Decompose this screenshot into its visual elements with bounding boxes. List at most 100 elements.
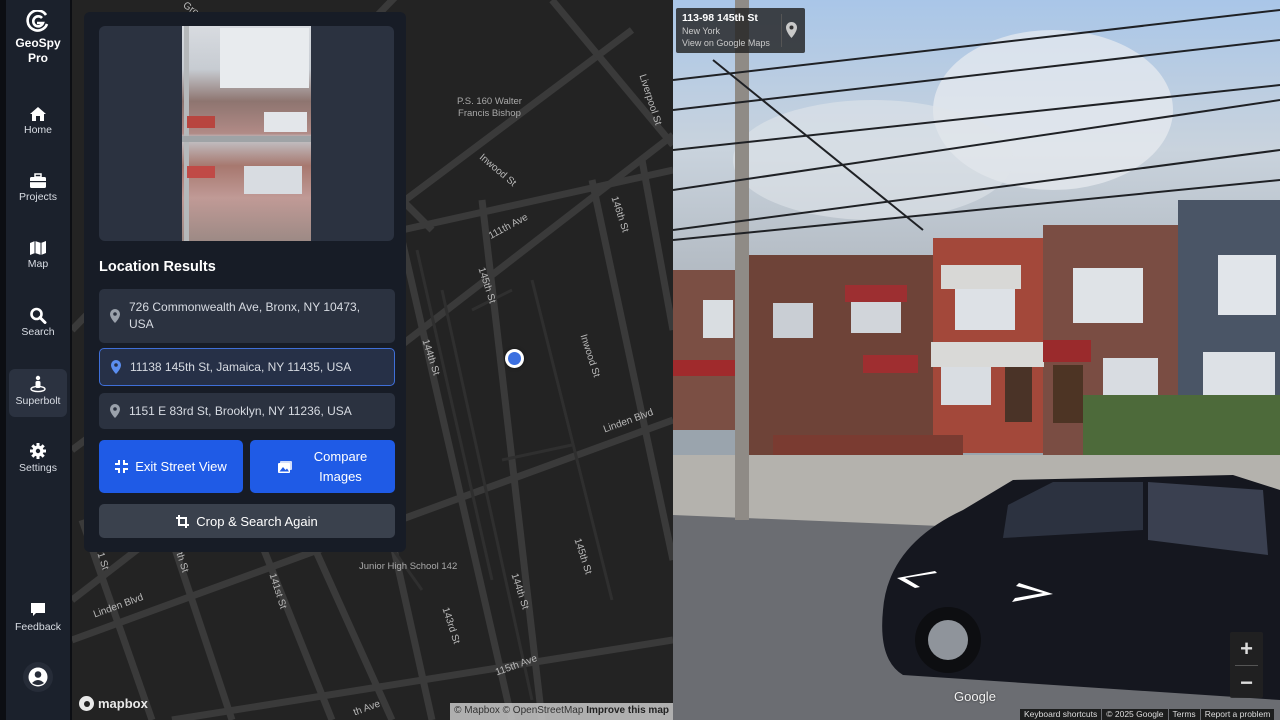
- brand-logo[interactable]: GeoSpy Pro: [6, 10, 70, 66]
- improve-map-link[interactable]: Improve this map: [586, 705, 669, 716]
- sidebar-item-map[interactable]: Map: [9, 234, 67, 282]
- window: [941, 367, 991, 405]
- result-address: 1151 E 83rd St, Brooklyn, NY 11236, USA: [129, 403, 352, 418]
- zoom-in-button[interactable]: +: [1230, 632, 1263, 665]
- road: [588, 179, 673, 561]
- sidebar-item-label: Map: [27, 258, 49, 270]
- user-avatar-button[interactable]: [23, 662, 53, 692]
- brand-line-2: Pro: [27, 51, 48, 65]
- superbolt-icon: [30, 375, 46, 393]
- keyboard-shortcuts-link[interactable]: Keyboard shortcuts: [1020, 709, 1102, 720]
- street-view-scene: [673, 0, 1280, 720]
- road: [530, 279, 614, 601]
- sidebar: GeoSpy Pro Home Projects Map Search Supe…: [0, 0, 72, 720]
- sidebar-panel: GeoSpy Pro Home Projects Map Search Supe…: [6, 0, 70, 720]
- images-icon: [277, 460, 292, 473]
- map-pin-icon: [110, 309, 120, 323]
- window: [1218, 255, 1276, 315]
- window: [851, 300, 901, 333]
- attribution-text[interactable]: © Mapbox © OpenStreetMap: [454, 705, 583, 716]
- sidebar-item-label: Projects: [19, 191, 57, 203]
- result-address: 11138 145th St, Jamaica, NY 11435, USA: [130, 359, 352, 374]
- location-marker[interactable]: [505, 349, 524, 368]
- mapbox-logo-icon: [79, 696, 94, 711]
- sidebar-item-search[interactable]: Search: [9, 301, 67, 349]
- sidebar-item-superbolt[interactable]: Superbolt: [9, 369, 67, 417]
- street-view-panorama[interactable]: 113-98 145th St New York View on Google …: [673, 0, 1280, 720]
- briefcase-icon: [30, 173, 46, 188]
- poi-label-line: P.S. 160 Walter: [457, 96, 522, 107]
- zoom-controls: + −: [1230, 632, 1263, 698]
- geospy-logo-icon: [26, 10, 49, 32]
- compare-images-button[interactable]: Compare Images: [250, 440, 395, 493]
- button-label: Compare Images: [314, 447, 367, 487]
- sidebar-item-home[interactable]: Home: [9, 100, 67, 148]
- awning: [845, 285, 907, 302]
- sidebar-item-projects[interactable]: Projects: [9, 167, 67, 215]
- location-result-item[interactable]: 1151 E 83rd St, Brooklyn, NY 11236, USA: [99, 393, 395, 429]
- gear-icon: [30, 443, 46, 459]
- button-label: Crop & Search Again: [196, 513, 318, 529]
- window: [773, 303, 813, 338]
- sidebar-item-feedback[interactable]: Feedback: [9, 595, 67, 643]
- street-view-address-card: 113-98 145th St New York View on Google …: [676, 8, 805, 53]
- photo-window-frame: [184, 26, 189, 241]
- google-logo: Google: [954, 689, 996, 704]
- google-maps-pin-icon[interactable]: [786, 22, 797, 38]
- location-result-item-selected[interactable]: 11138 145th St, Jamaica, NY 11435, USA: [99, 348, 395, 386]
- map-icon: [30, 241, 46, 255]
- street-view-nav-arrow-right[interactable]: [1007, 582, 1055, 604]
- sidebar-item-settings[interactable]: Settings: [9, 436, 67, 484]
- door: [1053, 365, 1083, 423]
- query-image[interactable]: [182, 26, 311, 241]
- poi-label-ps160: P.S. 160 Walter Francis Bishop: [457, 96, 522, 120]
- poi-label-line: Francis Bishop: [458, 108, 521, 119]
- result-address: 726 Commonwealth Ave, Bronx, NY 10473, U…: [129, 299, 360, 333]
- map-attribution: © Mapbox © OpenStreetMap Improve this ma…: [450, 703, 673, 720]
- photo-awning: [187, 166, 215, 178]
- sidebar-item-label: Feedback: [14, 621, 62, 633]
- home-icon: [30, 107, 46, 121]
- terms-link[interactable]: Terms: [1168, 709, 1200, 720]
- zoom-out-button[interactable]: −: [1230, 666, 1263, 699]
- panel-title: Location Results: [99, 259, 216, 275]
- window: [1073, 268, 1143, 323]
- user-avatar-icon: [28, 667, 48, 687]
- street-view-nav-arrow-left[interactable]: [895, 570, 940, 590]
- button-label-line: Compare: [313, 448, 368, 464]
- report-problem-link[interactable]: Report a problem: [1200, 709, 1275, 720]
- crop-icon: [176, 514, 190, 528]
- photo-window: [264, 112, 307, 132]
- location-results-panel: Location Results 726 Commonwealth Ave, B…: [84, 12, 406, 552]
- photo-window: [244, 166, 302, 194]
- sidebar-item-label: Search: [21, 326, 55, 338]
- button-label-line: Images: [319, 468, 362, 484]
- car-wheel-rim: [928, 620, 968, 660]
- sidebar-item-label: Superbolt: [15, 395, 61, 407]
- utility-pole: [735, 0, 749, 520]
- divider: [781, 14, 782, 47]
- photo-window-frame: [182, 136, 311, 142]
- road: [638, 159, 673, 331]
- map-pin-icon: [111, 360, 121, 374]
- window: [703, 300, 733, 338]
- result-address-line: 726 Commonwealth Ave, Bronx, NY 10473,: [129, 300, 361, 314]
- awning: [941, 265, 1021, 289]
- location-result-item[interactable]: 726 Commonwealth Ave, Bronx, NY 10473, U…: [99, 289, 395, 343]
- awning: [1043, 340, 1091, 362]
- exit-street-view-button[interactable]: Exit Street View: [99, 440, 243, 493]
- road: [401, 166, 673, 234]
- button-label: Exit Street View: [135, 459, 227, 474]
- poi-label-jhs142: Junior High School 142: [359, 561, 458, 572]
- map-pin-icon: [110, 404, 120, 418]
- awning: [931, 342, 1044, 367]
- crop-search-again-button[interactable]: Crop & Search Again: [99, 504, 395, 538]
- result-address-line: USA: [129, 317, 154, 331]
- app-root: GeoSpy Pro Home Projects Map Search Supe…: [0, 0, 1280, 720]
- door: [1005, 367, 1032, 422]
- photo-awning: [187, 116, 215, 128]
- window: [955, 285, 1015, 330]
- search-icon: [30, 307, 47, 324]
- photo-sky: [220, 28, 309, 88]
- mapbox-logo[interactable]: mapbox: [79, 696, 148, 711]
